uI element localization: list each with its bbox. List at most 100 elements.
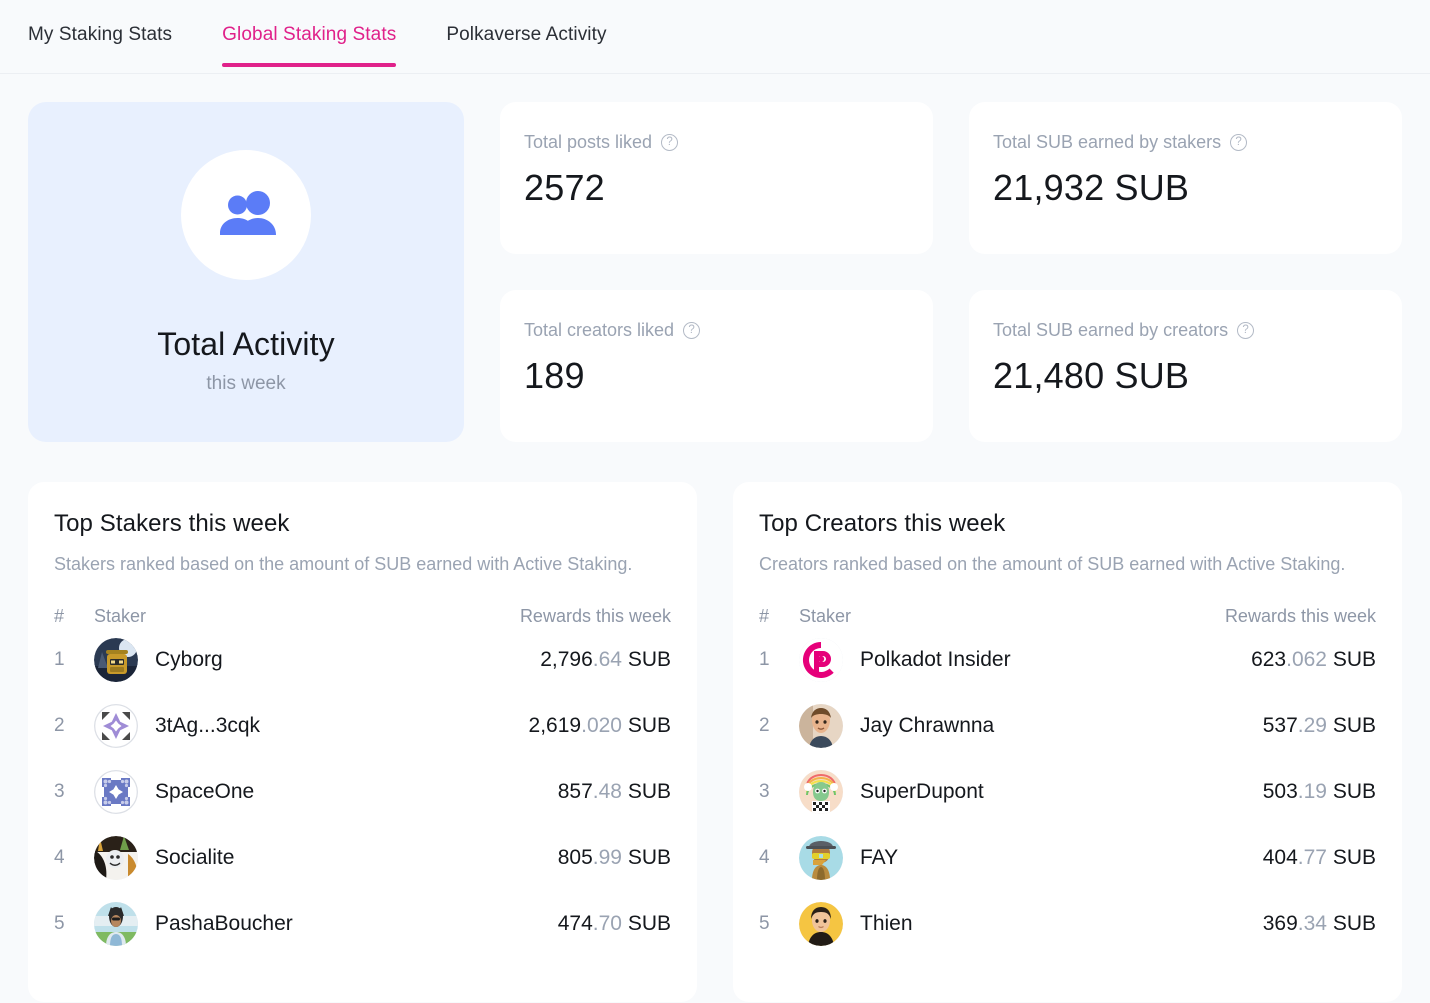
row-username[interactable]: Socialite (155, 846, 558, 870)
leaderboard-rows: 1 Polkadot Insider 623.062 SUB 2 Jay Chrawnn… (759, 627, 1376, 957)
reward-decimal: .70 (592, 911, 622, 935)
reward-unit: SUB (1326, 647, 1376, 671)
people-icon (213, 190, 279, 240)
reward-unit: SUB (621, 647, 671, 671)
row-reward: 474.70 SUB (558, 912, 671, 936)
superdupont-avatar[interactable] (799, 769, 843, 814)
reward-unit: SUB (1326, 779, 1376, 803)
stat-card-total-creators-liked: Total creators liked ? 189 (500, 290, 933, 442)
stat-label: Total creators liked ? (524, 320, 909, 341)
total-activity-card: Total Activity this week (28, 102, 464, 442)
board-description: Stakers ranked based on the amount of SU… (54, 554, 633, 574)
row-username[interactable]: Cyborg (155, 648, 540, 672)
stat-value: 2572 (524, 167, 605, 208)
polkadot-insider-avatar[interactable] (799, 637, 843, 682)
reward-integer: 537 (1262, 713, 1298, 737)
reward-decimal: .64 (592, 647, 622, 671)
board-title: Top Stakers this week (54, 510, 290, 537)
leaderboard-row[interactable]: 2 3tAg...3cqk 2,619.020 SUB (54, 693, 671, 759)
reward-decimal: .020 (581, 713, 622, 737)
stat-value: 189 (524, 355, 585, 396)
tab-polkaverse-activity[interactable]: Polkaverse Activity (446, 0, 606, 66)
leaderboard-row[interactable]: 3 SpaceOne 857.48 SUB (54, 759, 671, 825)
leaderboard-row[interactable]: 4 Socialite 805.99 SUB (54, 825, 671, 891)
row-reward: 537.29 SUB (1263, 714, 1376, 738)
reward-unit: SUB (621, 845, 671, 869)
row-rank: 4 (759, 846, 770, 868)
row-username[interactable]: 3tAg...3cqk (155, 714, 529, 738)
pashaboucher-avatar[interactable] (94, 901, 138, 946)
thien-avatar[interactable] (799, 901, 843, 946)
leaderboards-section: Top Stakers this week Stakers ranked bas… (0, 442, 1430, 1002)
row-username[interactable]: Jay Chrawnna (860, 714, 1263, 738)
column-header-rewards: Rewards this week (519, 605, 671, 626)
row-rank: 4 (54, 846, 65, 868)
reward-integer: 2,796 (540, 647, 593, 671)
socialite-avatar[interactable] (94, 835, 138, 880)
cyborg-avatar[interactable] (94, 637, 138, 682)
reward-unit: SUB (1326, 713, 1376, 737)
reward-unit: SUB (1326, 911, 1376, 935)
row-username[interactable]: SpaceOne (155, 780, 558, 804)
row-rank: 1 (54, 648, 65, 670)
leaderboard-row[interactable]: 5 PashaBoucher 474.70 SUB (54, 891, 671, 957)
fay-avatar[interactable] (799, 835, 843, 880)
total-activity-icon-circle (181, 149, 311, 280)
question-circle-icon[interactable]: ? (661, 134, 679, 151)
stat-card-total-sub-earned-by-creators: Total SUB earned by creators ? 21,480 SU… (969, 290, 1402, 442)
row-rank: 2 (54, 714, 65, 736)
tab-my-staking-stats[interactable]: My Staking Stats (28, 0, 172, 66)
row-username[interactable]: Polkadot Insider (860, 648, 1251, 672)
jay-chrawnna-avatar[interactable] (799, 703, 843, 748)
column-header-rank: # (54, 605, 65, 626)
reward-integer: 503 (1262, 779, 1298, 803)
leaderboard-row[interactable]: 1 Polkadot Insider 623.062 SUB (759, 627, 1376, 693)
top-creators-card: Top Creators this week Creators ranked b… (733, 482, 1402, 1002)
reward-integer: 369 (1262, 911, 1298, 935)
row-reward: 857.48 SUB (558, 780, 671, 804)
stat-label: Total posts liked ? (524, 132, 909, 153)
column-header-staker: Staker (799, 605, 852, 626)
leaderboard-row[interactable]: 5 Thien 369.34 SUB (759, 891, 1376, 957)
row-rank: 1 (759, 648, 770, 670)
tab-global-staking-stats[interactable]: Global Staking Stats (222, 0, 397, 67)
reward-unit: SUB (621, 713, 671, 737)
reward-decimal: .34 (1297, 911, 1327, 935)
leaderboard-row[interactable]: 2 Jay Chrawnna 537.29 SUB (759, 693, 1376, 759)
question-circle-icon[interactable]: ? (1237, 322, 1255, 339)
tab-bar: My Staking Stats Global Staking Stats Po… (0, 0, 1430, 74)
row-username[interactable]: FAY (860, 846, 1263, 870)
identicon-purple-avatar[interactable] (94, 703, 138, 748)
top-stakers-card: Top Stakers this week Stakers ranked bas… (28, 482, 697, 1002)
row-rank: 3 (54, 780, 65, 802)
row-reward: 623.062 SUB (1251, 648, 1376, 672)
leaderboard-row[interactable]: 4 FAY 404.77 SUB (759, 825, 1376, 891)
row-username[interactable]: SuperDupont (860, 780, 1263, 804)
reward-decimal: .29 (1297, 713, 1327, 737)
identicon-blue-avatar[interactable] (94, 769, 138, 814)
leaderboard-row[interactable]: 3 SuperDupont 503.19 SUB (759, 759, 1376, 825)
stat-card-total-posts-liked: Total posts liked ? 2572 (500, 102, 933, 254)
reward-decimal: .99 (592, 845, 622, 869)
global-staking-stats-page: My Staking Stats Global Staking Stats Po… (0, 0, 1430, 1003)
reward-unit: SUB (621, 911, 671, 935)
board-column-headers: # Staker Rewards this week (759, 606, 1376, 627)
stat-card-total-sub-earned-by-stakers: Total SUB earned by stakers ? 21,932 SUB (969, 102, 1402, 254)
reward-integer: 404 (1262, 845, 1298, 869)
reward-integer: 2,619 (528, 713, 582, 737)
stat-label: Total SUB earned by creators ? (993, 320, 1378, 341)
row-username[interactable]: PashaBoucher (155, 912, 558, 936)
stat-label: Total SUB earned by stakers ? (993, 132, 1378, 153)
question-circle-icon[interactable]: ? (683, 322, 701, 339)
stat-label-text: Total creators liked (524, 320, 675, 340)
leaderboard-rows: 1 Cyborg 2,796.64 SUB 2 3tAg...3cqk 2,619.020… (54, 627, 671, 957)
row-username[interactable]: Thien (860, 912, 1263, 936)
row-reward: 503.19 SUB (1263, 780, 1376, 804)
reward-integer: 623 (1251, 647, 1287, 671)
question-circle-icon[interactable]: ? (1230, 134, 1248, 151)
board-column-headers: # Staker Rewards this week (54, 606, 671, 627)
leaderboard-row[interactable]: 1 Cyborg 2,796.64 SUB (54, 627, 671, 693)
reward-decimal: .48 (592, 779, 622, 803)
reward-integer: 857 (557, 779, 593, 803)
row-reward: 805.99 SUB (558, 846, 671, 870)
